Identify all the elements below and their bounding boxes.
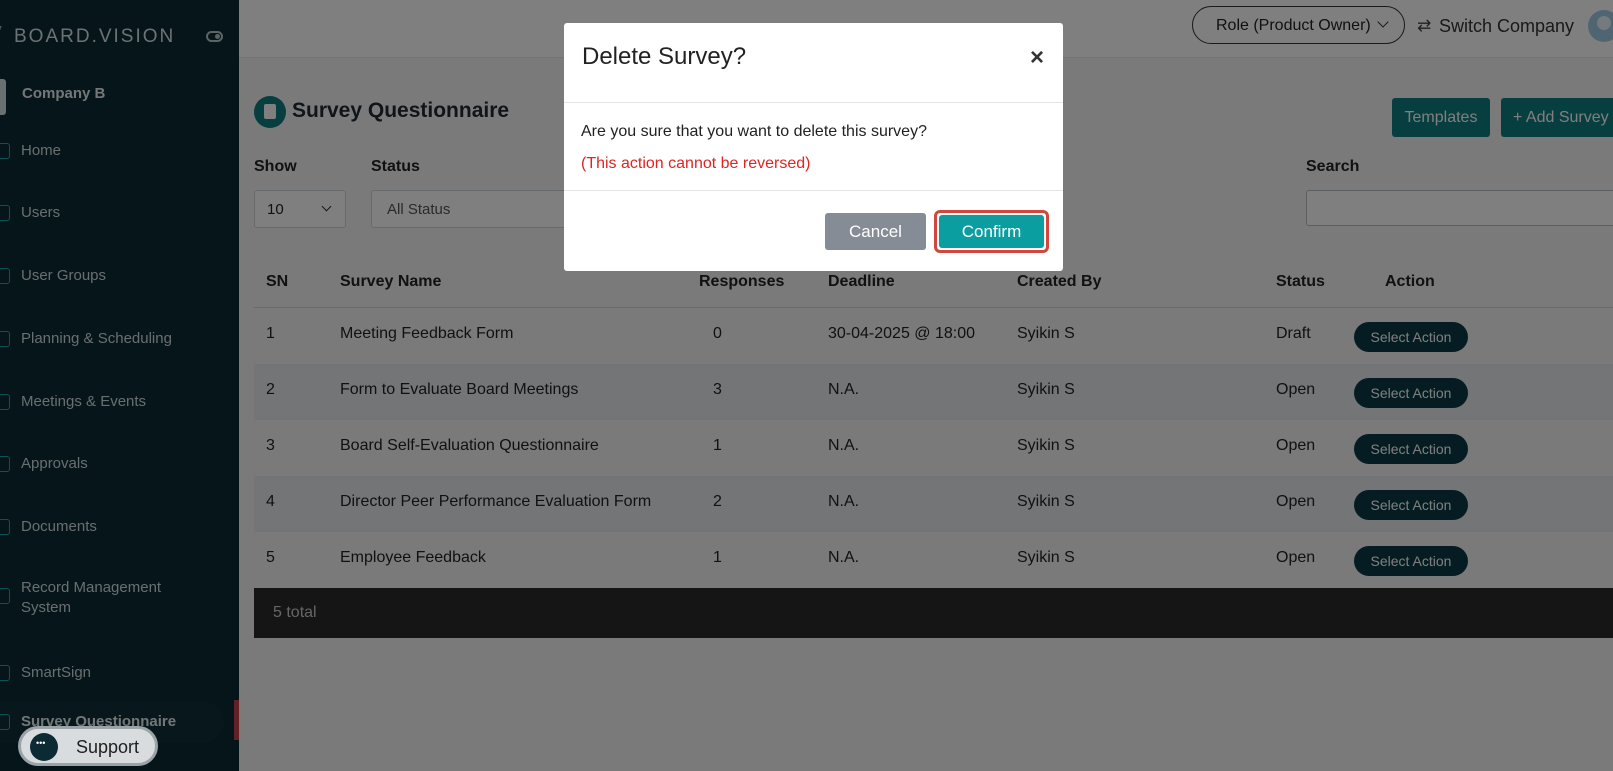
close-icon[interactable]: × [1030,44,1044,72]
confirm-button-highlight: Confirm [934,210,1049,253]
delete-survey-dialog: Delete Survey? × Are you sure that you w… [564,23,1063,271]
dialog-body: Are you sure that you want to delete thi… [564,103,1063,191]
chat-icon [30,733,58,761]
dialog-message: Are you sure that you want to delete thi… [581,123,927,140]
support-button[interactable]: Support [18,726,158,766]
confirm-button[interactable]: Confirm [939,215,1044,248]
cancel-button[interactable]: Cancel [825,213,926,250]
support-label: Support [76,737,140,757]
dialog-title: Delete Survey? [582,43,747,70]
dialog-header: Delete Survey? × [564,23,1063,103]
dialog-warning: (This action cannot be reversed) [581,155,811,172]
